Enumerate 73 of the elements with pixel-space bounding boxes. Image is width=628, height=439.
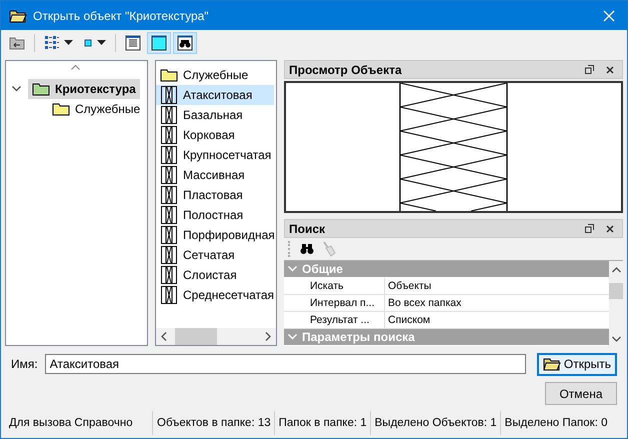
restore-icon[interactable] (585, 224, 594, 233)
texture-icon (160, 86, 178, 104)
scrollbar-thumb[interactable] (609, 283, 623, 299)
list-item[interactable]: Служебные (156, 65, 274, 85)
property-value[interactable]: Списком (385, 312, 430, 328)
list-view-icon (44, 35, 60, 51)
list-item[interactable]: Корковая (156, 125, 274, 145)
list-item[interactable]: Полостная (156, 205, 274, 225)
list-item[interactable]: Сетчатая (156, 245, 274, 265)
texture-icon (160, 226, 178, 244)
texture-icon (160, 146, 178, 164)
texture-icon (160, 246, 178, 264)
open-button[interactable]: Открыть (536, 352, 617, 376)
horizontal-scrollbar[interactable] (156, 328, 276, 345)
property-name: Искать (284, 278, 385, 294)
list-item[interactable]: Среднесетчатая (156, 285, 274, 305)
folder-icon (9, 8, 27, 22)
list-item[interactable]: Порфировидная (156, 225, 274, 245)
folder-up-icon (9, 36, 25, 50)
caret-icon (64, 40, 73, 46)
property-value[interactable]: Во всех папках (385, 295, 462, 311)
folder-icon (160, 68, 178, 82)
scroll-up-icon[interactable] (71, 65, 80, 70)
chevron-icon (288, 334, 297, 340)
folder-icon (52, 102, 70, 116)
scroll-up-icon[interactable] (612, 267, 620, 273)
window-icon (151, 35, 167, 51)
texture-icon (160, 186, 178, 204)
status-text: Для вызова Справочно (8, 416, 134, 431)
document-icon (125, 35, 141, 51)
tree-item[interactable]: Служебные (48, 99, 144, 119)
binoculars-icon (177, 35, 193, 51)
texture-icon (160, 286, 178, 304)
scroll-left-icon[interactable] (161, 332, 167, 341)
status-text: Выделено Объектов: 1 (370, 411, 500, 435)
list-item[interactable]: Пластовая (156, 185, 274, 205)
name-field[interactable]: Атакситовая (44, 354, 526, 374)
chevron-icon[interactable] (12, 86, 21, 92)
list-item[interactable]: Крупносетчатая (156, 145, 274, 165)
status-text: Папок в папке: 1 (274, 411, 370, 435)
restore-icon[interactable] (585, 65, 594, 74)
scroll-down-icon[interactable] (612, 336, 620, 342)
cancel-button[interactable]: Отмена (545, 382, 617, 405)
folder-icon (32, 82, 50, 96)
list-item[interactable]: Слоистая (156, 265, 274, 285)
window-title: Открыть объект "Криотекстура" (33, 8, 210, 22)
chevron-icon (288, 266, 297, 272)
name-label: Имя: (11, 357, 38, 371)
panel-title: Поиск (289, 222, 326, 236)
status-text: Объектов в папке: 13 (152, 411, 274, 435)
texture-icon (160, 166, 178, 184)
texture-icon (160, 266, 178, 284)
status-text: Выделено Папок: 0 (500, 411, 610, 435)
scrollbar-thumb[interactable] (175, 328, 217, 345)
search-toggle[interactable] (173, 32, 197, 54)
close-icon[interactable] (606, 66, 614, 74)
property-name: Результат ... (284, 312, 385, 328)
close-icon[interactable] (606, 224, 614, 232)
binoculars-icon[interactable] (300, 243, 314, 255)
list-item[interactable]: Базальная (156, 105, 274, 125)
property-name: Интервал п... (284, 295, 385, 311)
texture-icon (160, 106, 178, 124)
scroll-right-icon[interactable] (265, 332, 271, 341)
folder-icon (542, 357, 561, 371)
list-item[interactable]: Атакситовая (156, 85, 274, 105)
caret-icon (97, 40, 106, 46)
panel-title: Просмотр Объекта (289, 62, 403, 76)
preview-toggle[interactable] (147, 32, 171, 54)
list-item[interactable]: Массивная (156, 165, 274, 185)
tree-item[interactable]: Криотекстура (28, 79, 140, 99)
property-value[interactable]: Объекты (385, 278, 432, 294)
texture-icon (160, 206, 178, 224)
texture-icon (160, 126, 178, 144)
